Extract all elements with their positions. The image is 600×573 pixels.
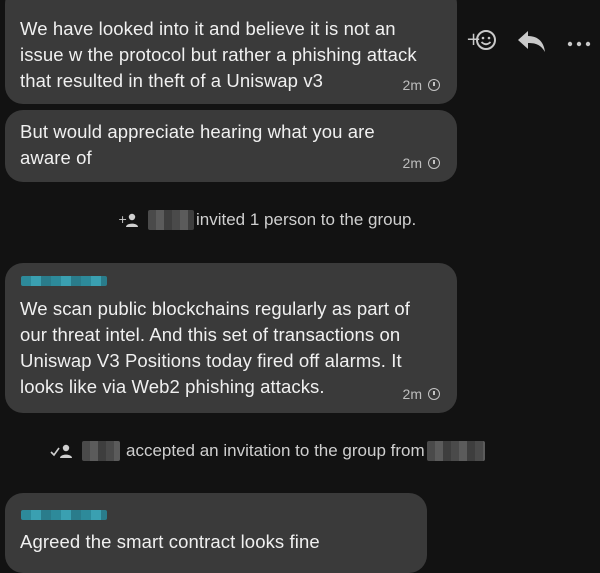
add-reaction-icon[interactable]: + bbox=[466, 27, 498, 58]
message-bubble[interactable]: We have looked into it and believe it is… bbox=[5, 0, 457, 104]
person-check-icon bbox=[50, 443, 74, 459]
message-meta: 2m bbox=[403, 386, 440, 402]
svg-text:+: + bbox=[118, 213, 127, 226]
redacted-name bbox=[426, 441, 485, 461]
message-text: We have looked into it and believe it is… bbox=[20, 18, 417, 91]
sender-name-redacted bbox=[21, 510, 107, 520]
message-text: Agreed the smart contract looks fine bbox=[20, 531, 320, 552]
message-bubble[interactable]: We scan public blockchains regularly as … bbox=[5, 263, 457, 413]
reply-icon[interactable] bbox=[516, 27, 548, 60]
message-bubble[interactable]: But would appreciate hearing what you ar… bbox=[5, 110, 457, 182]
message-meta: 2m bbox=[403, 77, 440, 93]
message-meta: 2m bbox=[403, 155, 440, 171]
more-icon[interactable] bbox=[567, 35, 593, 53]
system-event-text: invited 1 person to the group. bbox=[196, 210, 417, 229]
system-event: + invited 1 person to the group. bbox=[118, 210, 416, 230]
clock-icon bbox=[428, 157, 440, 169]
clock-icon bbox=[428, 79, 440, 91]
clock-icon bbox=[428, 388, 440, 400]
sender-name-redacted bbox=[21, 276, 107, 286]
message-text: But would appreciate hearing what you ar… bbox=[20, 121, 375, 168]
message-time: 2m bbox=[402, 77, 422, 93]
person-add-icon: + bbox=[118, 212, 140, 228]
message-time: 2m bbox=[402, 155, 422, 171]
redacted-name bbox=[82, 441, 120, 461]
system-event: accepted an invitation to the group from bbox=[50, 441, 485, 461]
system-event-text: accepted an invitation to the group from bbox=[126, 441, 425, 460]
message-bubble[interactable]: Agreed the smart contract looks fine bbox=[5, 493, 427, 573]
message-time: 2m bbox=[402, 386, 422, 402]
message-text: We scan public blockchains regularly as … bbox=[20, 298, 410, 397]
redacted-name bbox=[148, 210, 194, 230]
